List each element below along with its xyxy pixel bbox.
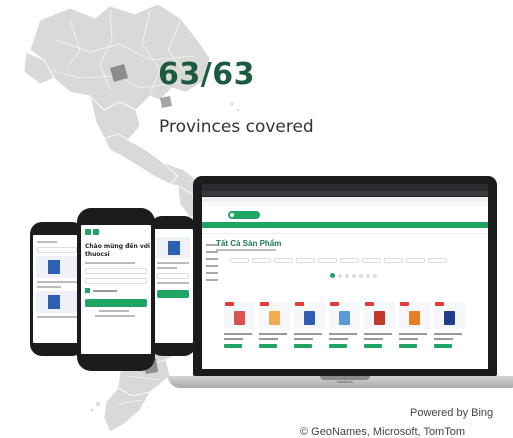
laptop-screen: Tất Cả Sản Phẩm [202, 184, 488, 369]
browser-tab-bar [202, 184, 488, 191]
product-card [434, 302, 465, 364]
product-card [294, 302, 325, 364]
phone-field [85, 278, 147, 284]
filter-chip [340, 258, 359, 263]
map-credits-text: © GeoNames, Microsoft, TomTom [300, 426, 465, 438]
product-card [224, 302, 255, 364]
provinces-label: Provinces covered [159, 117, 314, 137]
filter-chip [296, 258, 315, 263]
phone-device-icon [150, 216, 196, 356]
phone-field [85, 268, 147, 274]
sidebar-menu [206, 244, 218, 286]
phone-checkbox [85, 288, 147, 293]
filter-chip [252, 258, 271, 263]
product-card [399, 302, 430, 364]
phone-screen: Chào mừng đến với thuocsi [81, 225, 151, 354]
thuocsi-logo-icon [228, 210, 260, 219]
powered-by-text: Powered by Bing [410, 407, 494, 419]
filter-chip [318, 258, 337, 263]
site-category-bar [202, 228, 488, 234]
filter-chip [406, 258, 425, 263]
pagination [330, 273, 488, 278]
app-logo-icon [85, 229, 151, 235]
provinces-count: 63/63 [158, 57, 255, 92]
filter-chip [428, 258, 447, 263]
site-page-subtitle [216, 249, 276, 251]
laptop-brand-label: MacBook [336, 379, 354, 384]
phone-login-button [85, 299, 147, 307]
filter-chip [274, 258, 293, 263]
product-card [259, 302, 290, 364]
filter-chip [230, 258, 249, 263]
product-card [329, 302, 360, 364]
phone-greeting: Chào mừng đến với thuocsi [85, 243, 150, 258]
phone-device-icon: Chào mừng đến với thuocsi [77, 208, 155, 371]
filter-chip [362, 258, 381, 263]
product-grid [224, 302, 465, 364]
filter-chip [384, 258, 403, 263]
phone-device-icon [30, 222, 84, 356]
site-header [202, 207, 488, 222]
filter-row [230, 258, 488, 263]
site-page-title: Tất Cả Sản Phẩm [216, 239, 282, 248]
product-card [364, 302, 395, 364]
